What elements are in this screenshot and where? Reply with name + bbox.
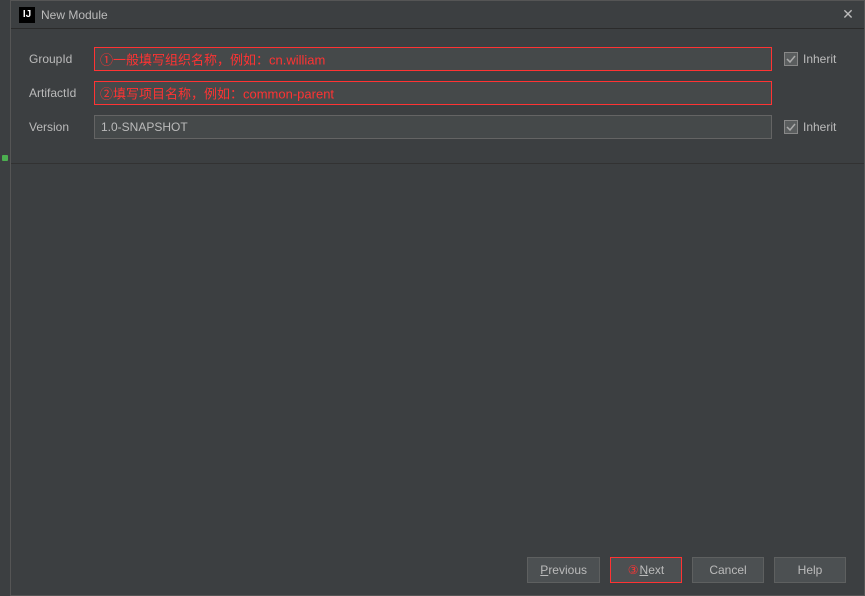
- ide-left-edge: [0, 0, 10, 596]
- new-module-dialog: IJ New Module ✕ GroupId ①一般填写组织名称，例如：cn.…: [10, 0, 865, 596]
- ide-status-dot: [2, 155, 8, 161]
- artifactid-row: ArtifactId ②填写项目名称，例如：common-parent: [29, 81, 846, 105]
- button-bar: Previous ③Next Cancel Help: [11, 545, 864, 595]
- version-label: Version: [29, 120, 94, 134]
- artifactid-input[interactable]: [94, 81, 772, 105]
- artifactid-label: ArtifactId: [29, 86, 94, 100]
- version-input-wrap: [94, 115, 772, 139]
- previous-label-rest: revious: [548, 563, 587, 577]
- titlebar: IJ New Module ✕: [11, 1, 864, 29]
- form-area: GroupId ①一般填写组织名称，例如：cn.william Inherit …: [11, 29, 864, 159]
- close-icon[interactable]: ✕: [840, 6, 856, 22]
- app-icon: IJ: [19, 7, 35, 23]
- checkbox-checked-icon: [784, 52, 798, 66]
- next-label-rest: ext: [648, 563, 664, 577]
- previous-button[interactable]: Previous: [527, 557, 600, 583]
- groupid-row: GroupId ①一般填写组织名称，例如：cn.william Inherit: [29, 47, 846, 71]
- groupid-input[interactable]: [94, 47, 772, 71]
- groupid-input-wrap: ①一般填写组织名称，例如：cn.william: [94, 47, 772, 71]
- groupid-label: GroupId: [29, 52, 94, 66]
- version-row: Version Inherit: [29, 115, 846, 139]
- artifactid-input-wrap: ②填写项目名称，例如：common-parent: [94, 81, 772, 105]
- checkbox-checked-icon: [784, 120, 798, 134]
- help-label: Help: [798, 563, 823, 577]
- cancel-button[interactable]: Cancel: [692, 557, 764, 583]
- cancel-label: Cancel: [709, 563, 746, 577]
- next-mnemonic: N: [640, 563, 649, 577]
- content-area: [11, 163, 864, 545]
- next-button[interactable]: ③Next: [610, 557, 682, 583]
- groupid-inherit[interactable]: Inherit: [784, 52, 846, 66]
- version-input[interactable]: [94, 115, 772, 139]
- version-inherit[interactable]: Inherit: [784, 120, 846, 134]
- inherit-label: Inherit: [803, 120, 836, 134]
- next-annotation: ③: [628, 563, 639, 577]
- help-button[interactable]: Help: [774, 557, 846, 583]
- window-title: New Module: [41, 8, 108, 22]
- inherit-label: Inherit: [803, 52, 836, 66]
